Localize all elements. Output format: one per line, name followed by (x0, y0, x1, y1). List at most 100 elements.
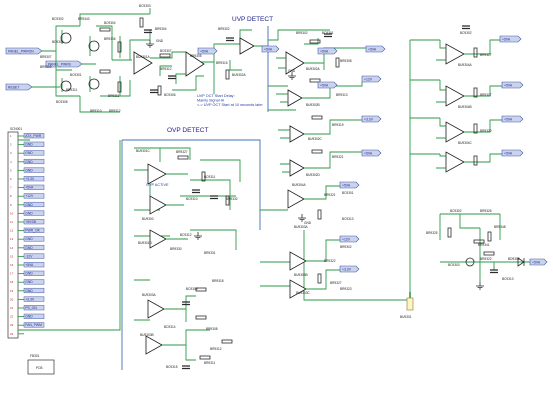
flag-right-out-1-label: +5VA (502, 37, 511, 41)
res-right-4 (473, 155, 478, 166)
opamp-ovp-4 (147, 299, 165, 319)
test-point-body (406, 297, 414, 311)
opamp-uvp-6 (289, 159, 305, 177)
ref-r7: BR9320 (480, 129, 492, 133)
res-uvp-9 (309, 39, 321, 44)
ref-c11: BU9302D (306, 173, 321, 177)
ref-c5: BR9308 (340, 59, 352, 63)
ref-u7: BR9309 (40, 65, 52, 69)
ref-op1: BU9301A (136, 55, 151, 59)
ref-c7: BR9313 (336, 93, 348, 97)
res-ovp-1 (177, 155, 189, 160)
res-uvp-11 (311, 115, 323, 120)
flag-ovp-2-label: +12V (342, 237, 351, 241)
connector-pin-label: GND (25, 289, 33, 293)
cap-uvp-2 (150, 89, 158, 94)
ref-r4: BU9304B (458, 105, 472, 109)
ref-ovpc-10: BR9327 (330, 281, 342, 285)
connector-pin-label: PS_ON (25, 306, 37, 310)
cap-uvp-1 (144, 29, 152, 34)
flag-out-3-label: +3.3V (364, 117, 374, 121)
test-point-ref: BU9301 (400, 315, 412, 319)
pcb-box: FB301 PCB (27, 354, 55, 375)
ref-br-7: BR9322 (480, 257, 492, 261)
res-ovp-7 (221, 339, 233, 344)
connector-pin-label: GND (25, 160, 33, 164)
flag-right-out-4-label: +5VA (504, 151, 513, 155)
ref-ovpc-5: BC9313 (342, 217, 354, 221)
uvp-delay-note-3: <-> UVP OCT Start at 10 seconds later (197, 103, 263, 107)
ref-ovpc-12: BR9323 (340, 287, 352, 291)
ref-c1: BR9302 (296, 31, 308, 35)
connector-pin-number: 23 (10, 323, 14, 327)
connector-pin-number: 13 (10, 237, 14, 241)
ref-c2: BC9301 (322, 31, 334, 35)
uvp-opamp-stage: +5VA BU9301A BR9305 BC9307 BR9312 BC9306… (133, 27, 255, 97)
ref-op5: BC9306 (164, 93, 176, 97)
opamp-uvp-4 (287, 89, 303, 107)
connector-pin-label: FAN_PWM (25, 323, 42, 327)
ref-br-2: BR9326 (480, 209, 492, 213)
ref-ovp-6: BU9300 (142, 217, 154, 221)
ref-c3: GND (288, 69, 296, 73)
ref-br-8: BC9313 (502, 277, 514, 281)
res-uvp-4 (117, 81, 122, 93)
flag-out-4-label: +5VA (364, 151, 373, 155)
ref-ovp-12: BC9309 (186, 287, 198, 291)
ref-ovpc-6: GND (304, 221, 312, 225)
connector-pin-label: GND (25, 246, 33, 250)
flag-br-out-label: +5VA (532, 260, 541, 264)
gnd-br-1 (476, 282, 484, 290)
ovp-detect-block: BU9301C BR9327 BC9311 BC9310 BR9332 BU93… (121, 139, 261, 370)
res-ovp-9 (317, 273, 322, 284)
ref-op7: BR9302 (218, 27, 230, 31)
ref-ovp-11: BU9303A (142, 293, 157, 297)
ref-ovp-8: BR9330 (170, 247, 182, 251)
ref-br-4: BR9348 (494, 225, 506, 229)
res-ovp-8 (317, 209, 322, 220)
ref-ovpc-2: BR9321 (324, 193, 336, 197)
ref-ovpc-1: BU9304A (292, 183, 307, 187)
cap-uvp-3 (168, 75, 176, 80)
res-uvp-12 (311, 149, 323, 154)
cap-uvp-4 (226, 37, 234, 42)
ref-ovp-16: BU9303B (140, 333, 154, 337)
ref-u12: BR9312 (109, 109, 121, 113)
connector-pin-number: 21 (10, 306, 14, 310)
connector-pin-number: 22 (10, 315, 14, 319)
connector-pin-label: GND (25, 280, 33, 284)
cap-ovp-1 (192, 189, 200, 194)
ref-ovp-19: BR9311 (204, 361, 216, 365)
res-uvp-5 (139, 17, 144, 28)
flag-panel-pwron-label: PANEL_PWRON (8, 49, 34, 53)
res-uvp-10 (309, 78, 321, 83)
gnd-uvp-2 (288, 72, 296, 80)
ref-u14: BC9303 (139, 4, 151, 8)
connector-pin-number: 14 (10, 246, 14, 250)
connector-pin-number: 20 (10, 297, 14, 301)
ref-ovp-10: BC9312 (180, 233, 192, 237)
right-comparator-column: +5VA +5VA +5VA +5VA BC9302 BU9304A BR932… (409, 25, 524, 300)
ref-u4: BR9306 (104, 37, 116, 41)
opamp-ovp-1 (147, 163, 167, 185)
ref-br-5: BR9341 (478, 243, 490, 247)
ref-ovp-18: BC9315 (166, 365, 178, 369)
res-uvp-8 (225, 69, 230, 80)
ref-ovp-14: BC9314 (164, 325, 176, 329)
ref-u13: BR9311 (108, 94, 120, 98)
res-ovp-6 (199, 355, 211, 360)
connector-pin-label: +12V (25, 194, 34, 198)
ref-ovp-9: BR9331 (204, 251, 216, 255)
connector-pin-number: 15 (10, 254, 14, 258)
connector-pin-label: +3.3V (25, 177, 35, 181)
flag-panel-pwrs-label: PANEL_PWRS (48, 62, 72, 66)
connector-pin-label: +3.3V (25, 297, 35, 301)
connector-pin-label: GND (25, 211, 33, 215)
flag-vcc-2-label: +5VA (264, 47, 273, 51)
res-br-1 (447, 227, 452, 238)
connector-pin-number: 10 (10, 211, 14, 215)
opamp-right-3 (445, 121, 465, 143)
connector-pin-label: +5VSB (25, 220, 36, 224)
uvp-comparator-column: +5VA +5VA +5VA BR9302 BC9301 GND BU9302A… (254, 26, 352, 177)
opamp-uvp-2 (239, 37, 255, 55)
